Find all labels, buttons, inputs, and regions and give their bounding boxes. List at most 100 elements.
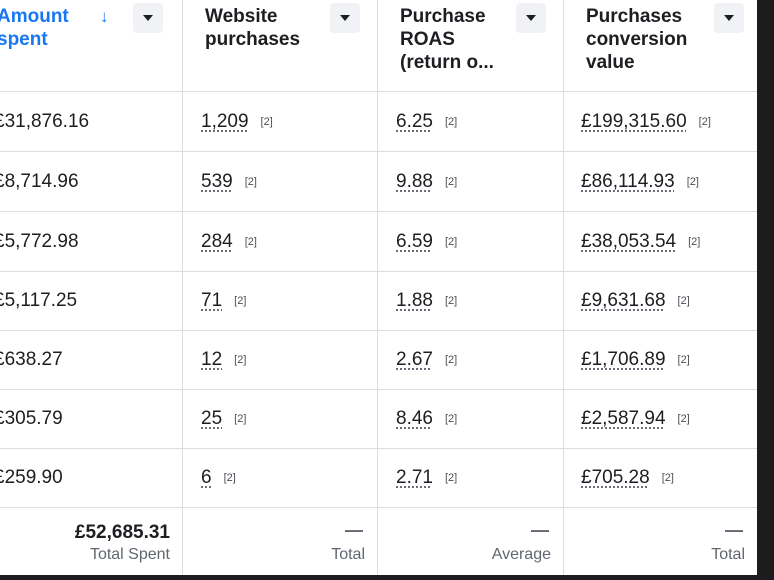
table-row: £638.27 12 [2] 2.67 [2] £1,706.89 [2] [0, 330, 757, 390]
conversion-value[interactable]: £2,587.94 [581, 408, 666, 430]
table-row: £8,714.96 539 [2] 9.88 [2] £86,114.93 [2] [0, 152, 757, 212]
website-purchases-cell: 539 [2] [201, 152, 257, 211]
table-row: £259.90 6 [2] 2.71 [2] £705.28 [2] [0, 448, 757, 508]
purchases-value[interactable]: 1,209 [201, 111, 249, 133]
roas-value[interactable]: 6.25 [396, 111, 433, 133]
footnote-marker[interactable]: [2] [234, 413, 246, 425]
conversion-value[interactable]: £38,053.54 [581, 231, 676, 253]
purchases-value[interactable]: 25 [201, 408, 222, 430]
column-title-amount-spent[interactable]: Amount spent [0, 5, 87, 51]
roas-cell: 2.67 [2] [396, 330, 457, 389]
roas-value[interactable]: 1.88 [396, 290, 433, 312]
column-menu-button[interactable] [516, 3, 546, 33]
roas-cell: 6.59 [2] [396, 212, 457, 271]
footnote-marker[interactable]: [2] [699, 116, 711, 128]
conversion-value[interactable]: £199,315.60 [581, 111, 687, 133]
roas-value[interactable]: 8.46 [396, 408, 433, 430]
amount-spent-cell: £638.27 [0, 348, 63, 370]
purchases-value[interactable]: 12 [201, 349, 222, 371]
footnote-marker[interactable]: [2] [445, 116, 457, 128]
roas-cell: 1.88 [2] [396, 271, 457, 330]
total-spent-cell: £52,685.31 Total Spent [0, 506, 182, 575]
table-row: £31,876.16 1,209 [2] 6.25 [2] £199,315.60 [… [0, 92, 757, 152]
conversion-value-cell: £86,114.93 [2] [581, 152, 699, 211]
roas-value[interactable]: 9.88 [396, 171, 433, 193]
table-header: Amount spent ↓ Website purchases Purchas… [0, 0, 757, 92]
column-title-purchase-roas[interactable]: Purchase ROAS (return o... [400, 5, 512, 74]
purchases-value[interactable]: 284 [201, 231, 233, 253]
caret-down-icon [526, 15, 536, 21]
column-menu-button[interactable] [133, 3, 163, 33]
purchases-total-cell: — Total [183, 506, 377, 575]
footnote-marker[interactable]: [2] [445, 472, 457, 484]
amount-spent-cell: £5,117.25 [0, 289, 78, 311]
roas-cell: 8.46 [2] [396, 389, 457, 448]
conversion-value-cell: £9,631.68 [2] [581, 271, 690, 330]
amount-spent-cell: £305.79 [0, 407, 63, 429]
purchases-value[interactable]: 539 [201, 171, 233, 193]
column-title-purchases-conversion-value[interactable]: Purchases conversion value [586, 5, 701, 74]
conversion-value[interactable]: £1,706.89 [581, 349, 666, 371]
roas-cell: 6.25 [2] [396, 92, 457, 151]
roas-average-label: Average [491, 546, 551, 563]
conversion-value-cell: £2,587.94 [2] [581, 389, 690, 448]
column-divider[interactable] [563, 0, 564, 575]
website-purchases-cell: 71 [2] [201, 271, 246, 330]
amount-spent-cell: £5,772.98 [0, 230, 79, 252]
total-spent-value: £52,685.31 [74, 522, 170, 543]
roas-cell: 9.88 [2] [396, 152, 457, 211]
total-spent-label: Total Spent [89, 546, 170, 563]
footnote-marker[interactable]: [2] [445, 354, 457, 366]
conversion-value[interactable]: £86,114.93 [581, 171, 675, 193]
column-header-amount-spent[interactable]: Amount spent ↓ [0, 0, 182, 91]
column-menu-button[interactable] [714, 3, 744, 33]
empty-value-dash: — [531, 520, 549, 540]
column-divider[interactable] [182, 0, 183, 575]
footnote-marker[interactable]: [2] [261, 116, 273, 128]
table-summary-row: £52,685.31 Total Spent — Total — Average… [0, 506, 757, 575]
column-divider[interactable] [377, 0, 378, 575]
conversion-value-cell: £38,053.54 [2] [581, 212, 700, 271]
footnote-marker[interactable]: [2] [445, 413, 457, 425]
column-header-purchase-roas[interactable]: Purchase ROAS (return o... [378, 0, 563, 91]
amount-spent-cell: £31,876.16 [0, 110, 90, 132]
footnote-marker[interactable]: [2] [678, 354, 690, 366]
purchases-value[interactable]: 71 [201, 290, 222, 312]
column-title-website-purchases[interactable]: Website purchases [205, 5, 325, 51]
footnote-marker[interactable]: [2] [224, 472, 236, 484]
table-row: £5,772.98 284 [2] 6.59 [2] £38,053.54 [2] [0, 212, 757, 272]
caret-down-icon [143, 15, 153, 21]
footnote-marker[interactable]: [2] [245, 176, 257, 188]
footnote-marker[interactable]: [2] [234, 295, 246, 307]
table-row: £5,117.25 71 [2] 1.88 [2] £9,631.68 [2] [0, 271, 757, 331]
footnote-marker[interactable]: [2] [445, 295, 457, 307]
roas-value[interactable]: 2.71 [396, 467, 433, 489]
roas-value[interactable]: 2.67 [396, 349, 433, 371]
footnote-marker[interactable]: [2] [678, 295, 690, 307]
footnote-marker[interactable]: [2] [234, 354, 246, 366]
ads-results-table: Amount spent ↓ Website purchases Purchas… [0, 0, 757, 575]
footnote-marker[interactable]: [2] [662, 472, 674, 484]
sort-descending-icon[interactable]: ↓ [100, 7, 109, 27]
empty-value-dash: — [345, 520, 363, 540]
amount-spent-cell: £8,714.96 [0, 170, 79, 192]
column-header-purchases-conversion-value[interactable]: Purchases conversion value [564, 0, 757, 91]
roas-value[interactable]: 6.59 [396, 231, 433, 253]
conversion-value[interactable]: £705.28 [581, 467, 650, 489]
conversion-value-cell: £1,706.89 [2] [581, 330, 690, 389]
conversion-value-cell: £199,315.60 [2] [581, 92, 711, 151]
footnote-marker[interactable]: [2] [445, 176, 457, 188]
footnote-marker[interactable]: [2] [245, 236, 257, 248]
footnote-marker[interactable]: [2] [688, 236, 700, 248]
footnote-marker[interactable]: [2] [687, 176, 699, 188]
caret-down-icon [724, 15, 734, 21]
column-header-website-purchases[interactable]: Website purchases [183, 0, 377, 91]
footnote-marker[interactable]: [2] [445, 236, 457, 248]
purchases-value[interactable]: 6 [201, 467, 212, 489]
amount-spent-cell: £259.90 [0, 466, 63, 488]
footnote-marker[interactable]: [2] [678, 413, 690, 425]
conversion-value[interactable]: £9,631.68 [581, 290, 666, 312]
value-total-cell: — Total [564, 506, 757, 575]
column-menu-button[interactable] [330, 3, 360, 33]
value-total-label: Total [711, 546, 745, 563]
